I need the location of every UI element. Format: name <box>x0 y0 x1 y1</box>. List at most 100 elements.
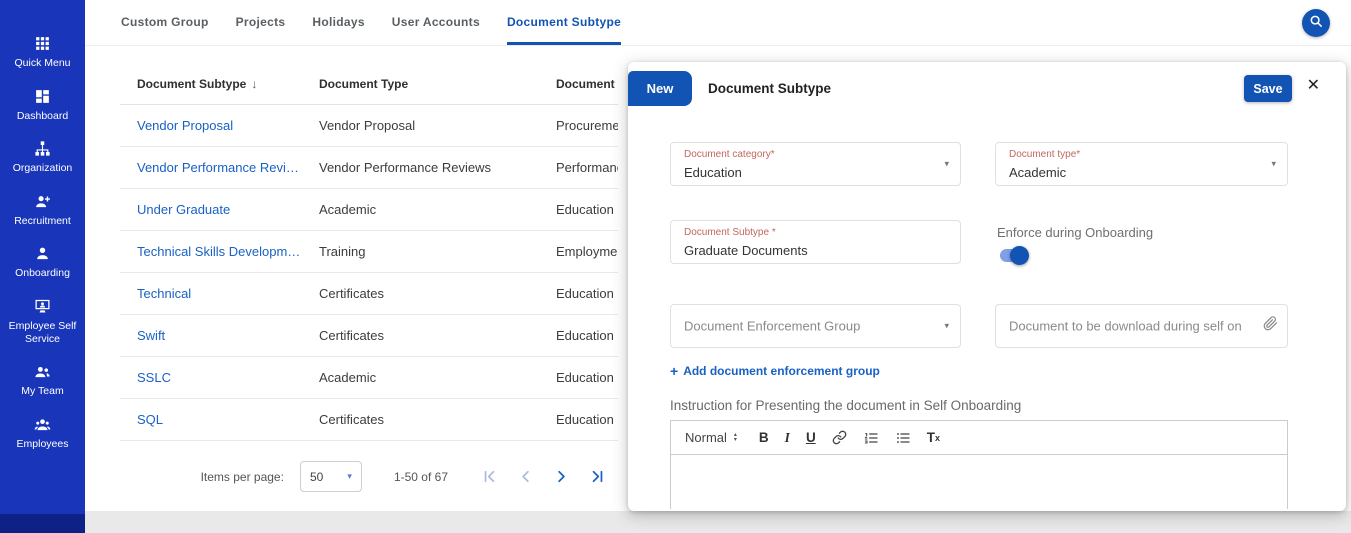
items-per-page-label: Items per page: <box>201 470 284 484</box>
tab-projects[interactable]: Projects <box>236 0 286 45</box>
cell-subtype-link[interactable]: Technical Skills Development <box>137 244 319 259</box>
field-placeholder: Document to be download during self on <box>1009 319 1242 334</box>
cell-document-category: Education <box>556 412 618 427</box>
first-page-button[interactable] <box>478 466 500 488</box>
instruction-label: Instruction for Presenting the document … <box>670 398 1021 413</box>
field-value: Graduate Documents <box>684 243 808 258</box>
sidebar-item-partial[interactable] <box>0 514 85 533</box>
table-row: Technical Skills Development Training Em… <box>120 231 618 273</box>
add-document-enforcement-group-link[interactable]: + Add document enforcement group <box>670 363 880 379</box>
document-enforcement-group-select[interactable]: Document Enforcement Group ▾ <box>670 304 961 348</box>
sidebar-item-recruitment[interactable]: Recruitment <box>0 184 85 237</box>
page-range-label: 1-50 of 67 <box>394 470 448 484</box>
document-category-select[interactable]: Document category* Education ▾ <box>670 142 961 186</box>
table-row: Vendor Proposal Vendor Proposal Procurem… <box>120 105 618 147</box>
cell-document-category: Performance <box>556 160 618 175</box>
sidebar-item-my-team[interactable]: My Team <box>0 354 85 407</box>
sidebar-items: Quick Menu Dashboard Organization Recrui… <box>0 0 85 459</box>
sidebar-item-employee-self-service[interactable]: Employee Self Service <box>0 289 85 354</box>
field-placeholder: Document Enforcement Group <box>684 319 860 334</box>
tab-user-accounts[interactable]: User Accounts <box>392 0 480 45</box>
sort-desc-icon[interactable]: ↓ <box>251 77 257 91</box>
bold-button[interactable]: B <box>759 430 769 445</box>
cell-subtype-link[interactable]: SSLC <box>137 370 319 385</box>
tab-bar: Custom Group Projects Holidays User Acco… <box>85 0 1351 46</box>
cell-document-type: Certificates <box>319 286 556 301</box>
sidebar-item-organization[interactable]: Organization <box>0 131 85 184</box>
cell-subtype-link[interactable]: Swift <box>137 328 319 343</box>
sidebar-item-employees[interactable]: Employees <box>0 407 85 460</box>
table-row: Under Graduate Academic Education <box>120 189 618 231</box>
document-type-select[interactable]: Document type* Academic ▾ <box>995 142 1288 186</box>
bullet-list-icon[interactable] <box>895 430 911 446</box>
cell-subtype-link[interactable]: Vendor Proposal <box>137 118 319 133</box>
cell-subtype-link[interactable]: SQL <box>137 412 319 427</box>
chevron-down-icon[interactable]: ▾ <box>944 159 949 170</box>
org-tree-icon <box>34 140 51 157</box>
page-size-select[interactable]: 50 ▾ <box>300 461 362 492</box>
document-subtype-table: Document Subtype↓ Document Type Document… <box>120 64 618 492</box>
sidebar-item-dashboard[interactable]: Dashboard <box>0 79 85 132</box>
table-row: SSLC Academic Education <box>120 357 618 399</box>
chevron-down-icon[interactable]: ▾ <box>944 321 949 332</box>
last-page-button[interactable] <box>586 466 608 488</box>
sidebar-item-label: Organization <box>13 162 73 175</box>
add-link-label: Add document enforcement group <box>683 364 880 378</box>
enforce-during-onboarding-toggle[interactable] <box>1000 249 1027 262</box>
plus-icon: + <box>670 363 678 379</box>
clear-formatting-button[interactable]: Tx <box>927 430 940 445</box>
tab-holidays[interactable]: Holidays <box>312 0 364 45</box>
people-group-icon <box>34 416 51 433</box>
editor-toolbar: Normal ▴▾ B I U Tx <box>671 421 1287 455</box>
tab-custom-group[interactable]: Custom Group <box>121 0 209 45</box>
pagination: Items per page: 50 ▾ 1-50 of 67 <box>120 441 618 492</box>
cell-document-category: Education <box>556 370 618 385</box>
format-picker[interactable]: Normal ▴▾ <box>685 430 737 445</box>
column-header-document-subtype[interactable]: Document Subtype↓ <box>137 77 319 91</box>
link-icon[interactable] <box>832 430 847 445</box>
format-caret-icon: ▴▾ <box>734 433 737 443</box>
page-size-value: 50 <box>310 470 323 484</box>
cell-subtype-link[interactable]: Under Graduate <box>137 202 319 217</box>
sidebar-item-label: My Team <box>21 385 63 398</box>
ordered-list-icon[interactable] <box>863 430 879 446</box>
sidebar-item-quick-menu[interactable]: Quick Menu <box>0 26 85 79</box>
chevron-down-icon[interactable]: ▾ <box>1271 159 1276 170</box>
previous-page-button[interactable] <box>514 466 536 488</box>
sidebar-item-onboarding[interactable]: Onboarding <box>0 236 85 289</box>
panel-title: Document Subtype <box>708 81 831 96</box>
cell-subtype-link[interactable]: Technical <box>137 286 319 301</box>
person-monitor-icon <box>34 298 51 315</box>
chevron-down-icon: ▾ <box>347 471 352 482</box>
column-header-document-type[interactable]: Document Type <box>319 77 556 91</box>
format-value: Normal <box>685 430 727 445</box>
field-value: Education <box>684 165 742 180</box>
next-page-button[interactable] <box>550 466 572 488</box>
save-button[interactable]: Save <box>1244 75 1292 102</box>
grid-icon <box>34 35 51 52</box>
sidebar-item-label: Employees <box>17 438 69 451</box>
document-download-attachment-field[interactable]: Document to be download during self on <box>995 304 1288 348</box>
cell-document-type: Academic <box>319 370 556 385</box>
cell-document-type: Training <box>319 244 556 259</box>
tab-document-subtype[interactable]: Document Subtype <box>507 0 621 45</box>
cell-document-type: Academic <box>319 202 556 217</box>
table-row: Technical Certificates Education <box>120 273 618 315</box>
cell-document-category: Education <box>556 328 618 343</box>
cell-document-type: Vendor Performance Reviews <box>319 160 556 175</box>
document-subtype-input[interactable]: Document Subtype * Graduate Documents <box>670 220 961 264</box>
person-icon <box>34 245 51 262</box>
cell-subtype-link[interactable]: Vendor Performance Reviews <box>137 160 319 175</box>
field-value: Academic <box>1009 165 1066 180</box>
underline-button[interactable]: U <box>806 430 816 445</box>
search-button[interactable] <box>1302 9 1330 37</box>
paperclip-icon[interactable] <box>1263 316 1278 336</box>
italic-button[interactable]: I <box>785 430 790 446</box>
column-header-document-category[interactable]: Document Category <box>556 77 618 91</box>
cell-document-category: Employment <box>556 244 618 259</box>
cell-document-type: Vendor Proposal <box>319 118 556 133</box>
new-tab[interactable]: New <box>628 71 692 106</box>
sidebar-item-label: Recruitment <box>14 215 71 228</box>
editor-body[interactable] <box>671 455 1287 509</box>
close-icon[interactable]: ✕ <box>1307 78 1320 94</box>
